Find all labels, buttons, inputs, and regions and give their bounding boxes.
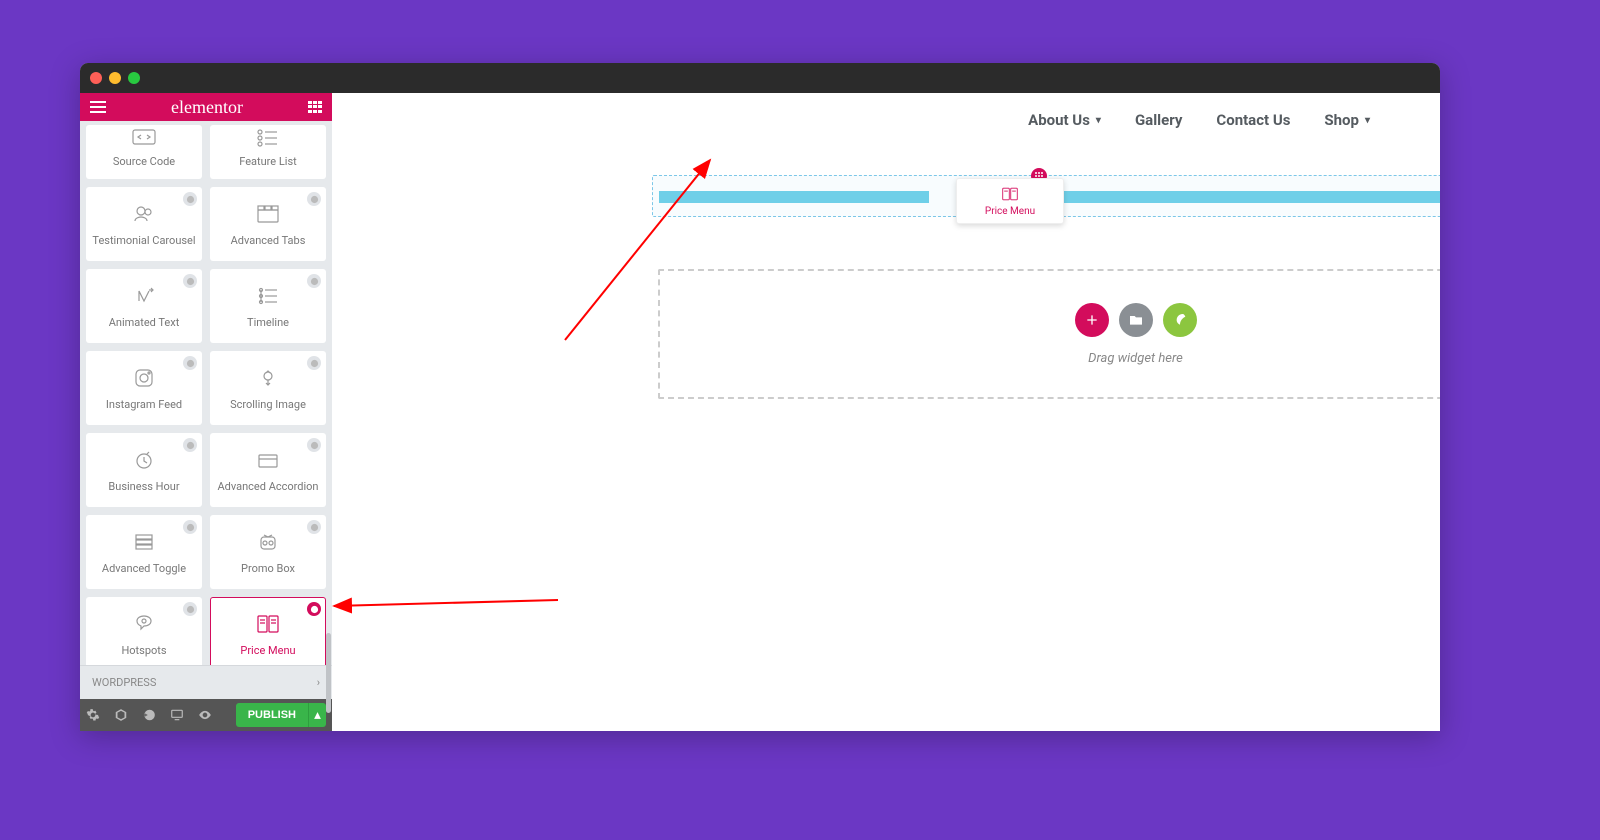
widget-label: Business Hour	[108, 480, 179, 493]
hamburger-icon[interactable]	[90, 101, 106, 113]
caret-down-icon: ▾	[1365, 115, 1370, 126]
pro-badge-icon	[307, 520, 321, 534]
pro-badge-icon	[183, 192, 197, 206]
widgets-grid: Source Code Feature List Testimonial Car…	[80, 121, 332, 665]
publish-group: PUBLISH ▴	[236, 703, 326, 727]
pro-badge-icon	[307, 274, 321, 288]
nav-contact-us[interactable]: Contact Us	[1216, 111, 1290, 129]
widget-timeline[interactable]: Timeline	[210, 269, 326, 343]
preview-icon[interactable]	[198, 708, 212, 722]
animated-text-icon	[131, 282, 157, 310]
widget-testimonial-carousel[interactable]: Testimonial Carousel	[86, 187, 202, 261]
widgets-grid-icon[interactable]	[308, 101, 322, 113]
pro-badge-icon	[307, 356, 321, 370]
testimonial-icon	[131, 200, 157, 228]
widget-label: Advanced Tabs	[231, 234, 306, 247]
widget-label: Instagram Feed	[106, 398, 182, 411]
add-section-button[interactable]	[1075, 303, 1109, 337]
nav-label: Contact Us	[1216, 111, 1290, 129]
nav-label: About Us	[1028, 111, 1090, 129]
widget-label: Timeline	[247, 316, 289, 329]
nav-gallery[interactable]: Gallery	[1135, 111, 1182, 129]
pro-badge-icon	[307, 192, 321, 206]
widget-label: Hotspots	[121, 644, 166, 657]
feature-list-icon	[255, 126, 281, 149]
hotspots-icon	[131, 610, 157, 638]
widget-hotspots[interactable]: Hotspots	[86, 597, 202, 665]
widget-animated-text[interactable]: Animated Text	[86, 269, 202, 343]
history-icon[interactable]	[142, 708, 156, 722]
navigator-icon[interactable]	[114, 708, 128, 722]
widget-price-menu[interactable]: Price Menu	[210, 597, 326, 665]
pro-badge-icon	[307, 438, 321, 452]
elementor-panel: elementor Source Code Feature List	[80, 93, 332, 731]
drag-ghost-label: Price Menu	[985, 206, 1035, 217]
widget-advanced-tabs[interactable]: Advanced Tabs	[210, 187, 326, 261]
widget-label: Source Code	[113, 155, 175, 168]
pro-badge-icon	[183, 438, 197, 452]
timeline-icon	[255, 282, 281, 310]
caret-down-icon: ▾	[1096, 115, 1101, 126]
category-wordpress[interactable]: WORDPRESS ›	[80, 665, 332, 699]
widget-label: Scrolling Image	[230, 398, 306, 411]
category-label: WORDPRESS	[92, 676, 156, 689]
publish-button[interactable]: PUBLISH	[236, 703, 308, 727]
widget-source-code[interactable]: Source Code	[86, 125, 202, 179]
maximize-dot[interactable]	[128, 72, 140, 84]
titlebar	[80, 63, 1440, 93]
widget-label: Advanced Accordion	[217, 480, 318, 493]
responsive-icon[interactable]	[170, 708, 184, 722]
nav-label: Shop	[1324, 111, 1359, 129]
price-menu-icon	[255, 610, 281, 638]
section-action-buttons	[1075, 303, 1197, 337]
chevron-right-icon: ›	[317, 676, 320, 689]
widget-scrolling-image[interactable]: Scrolling Image	[210, 351, 326, 425]
panel-footer: PUBLISH ▴	[80, 699, 332, 731]
widget-label: Promo Box	[241, 562, 295, 575]
pro-badge-icon	[307, 602, 321, 616]
toggle-icon	[131, 528, 157, 556]
drag-hint-text: Drag widget here	[1088, 351, 1183, 366]
site-nav: About Us ▾ Gallery Contact Us Shop ▾	[1028, 111, 1370, 129]
nav-about-us[interactable]: About Us ▾	[1028, 111, 1101, 129]
instagram-icon	[131, 364, 157, 392]
editor-canvas[interactable]: About Us ▾ Gallery Contact Us Shop ▾	[332, 93, 1440, 731]
widget-advanced-accordion[interactable]: Advanced Accordion	[210, 433, 326, 507]
widget-business-hour[interactable]: Business Hour	[86, 433, 202, 507]
drag-ghost-price-menu: Price Menu	[956, 178, 1064, 224]
widget-label: Advanced Toggle	[102, 562, 186, 575]
add-template-button[interactable]	[1119, 303, 1153, 337]
widget-label: Testimonial Carousel	[92, 234, 195, 247]
scrolling-image-icon	[255, 364, 281, 392]
elementor-logo: elementor	[171, 97, 243, 118]
envato-button[interactable]	[1163, 303, 1197, 337]
nav-label: Gallery	[1135, 111, 1182, 129]
pro-badge-icon	[183, 520, 197, 534]
clock-icon	[131, 446, 157, 474]
widget-label: Feature List	[239, 155, 297, 168]
promo-box-icon	[255, 528, 281, 556]
pro-badge-icon	[183, 274, 197, 288]
widget-label: Price Menu	[240, 644, 295, 657]
pro-badge-icon	[183, 356, 197, 370]
close-dot[interactable]	[90, 72, 102, 84]
widget-label: Animated Text	[109, 316, 180, 329]
panel-header: elementor	[80, 93, 332, 121]
pro-badge-icon	[183, 602, 197, 616]
panel-scrollbar[interactable]	[326, 123, 331, 683]
nav-shop[interactable]: Shop ▾	[1324, 111, 1370, 129]
accordion-icon	[255, 446, 281, 474]
app-body: elementor Source Code Feature List	[80, 93, 1440, 731]
advanced-tabs-icon	[255, 200, 281, 228]
widget-promo-box[interactable]: Promo Box	[210, 515, 326, 589]
widget-instagram-feed[interactable]: Instagram Feed	[86, 351, 202, 425]
source-code-icon	[131, 126, 157, 149]
settings-icon[interactable]	[86, 708, 100, 722]
widget-feature-list[interactable]: Feature List	[210, 125, 326, 179]
widget-advanced-toggle[interactable]: Advanced Toggle	[86, 515, 202, 589]
app-window: elementor Source Code Feature List	[80, 63, 1440, 731]
publish-dropdown[interactable]: ▴	[308, 703, 326, 727]
minimize-dot[interactable]	[109, 72, 121, 84]
empty-section[interactable]: Drag widget here	[658, 269, 1440, 399]
